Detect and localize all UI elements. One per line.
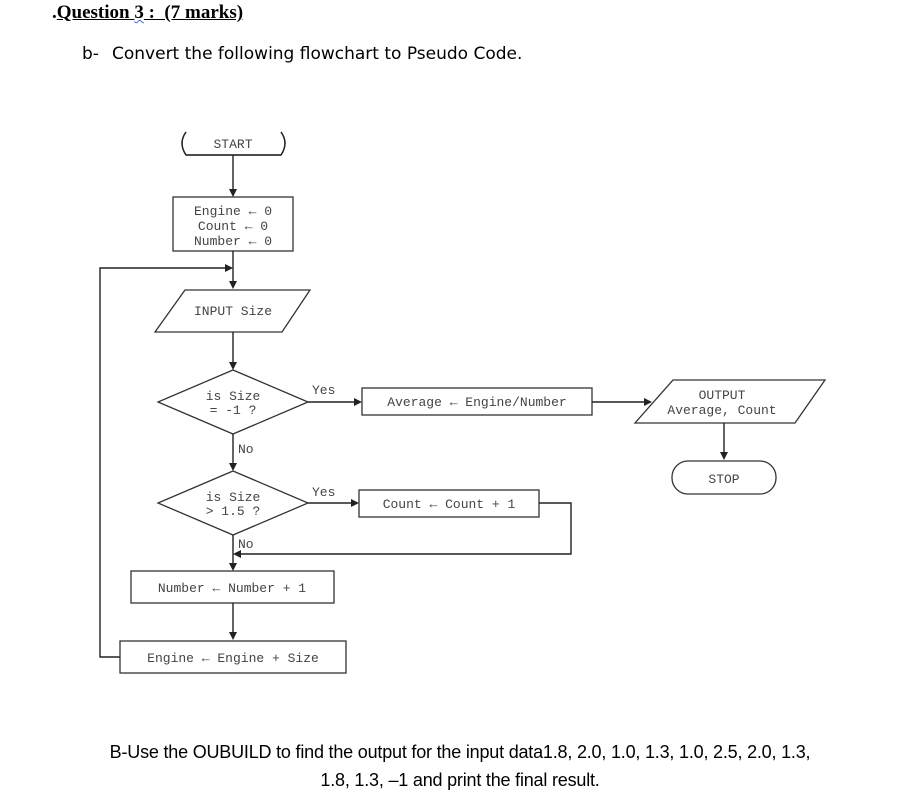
no-label: No [238,537,254,552]
svg-text:Count ← 0: Count ← 0 [198,219,268,234]
start-terminator: START [181,131,286,156]
svg-text:= -1 ?: = -1 ? [210,403,257,418]
svg-text:Number ← 0: Number ← 0 [194,234,272,249]
arrow-head [351,499,359,507]
arrow-head [229,563,237,571]
arrow-head [720,452,728,460]
flowchart: START Engine ← 0 Count ← 0 Number ← 0 IN… [99,131,827,674]
arrow-head [354,398,362,406]
arrow-head [229,463,237,471]
svg-text:Count ← Count + 1: Count ← Count + 1 [383,497,516,512]
svg-text:Engine ← Engine + Size: Engine ← Engine + Size [147,651,319,666]
part-b-trace-instruction: B-Use the OUBUILD to find the output for… [109,742,811,790]
count-increment-box: Count ← Count + 1 [358,489,540,518]
number-increment-box: Number ← Number + 1 [130,570,335,604]
start-label: START [213,137,252,152]
svg-text:Average ← Engine/Number: Average ← Engine/Number [387,395,566,410]
average-process-box: Average ← Engine/Number [361,387,593,416]
svg-text:> 1.5 ?: > 1.5 ? [206,504,261,519]
init-process-box: Engine ← 0 Count ← 0 Number ← 0 [172,196,294,252]
stop-terminator: STOP [671,460,777,495]
svg-text:OUTPUT: OUTPUT [699,388,746,403]
svg-text:Average, Count: Average, Count [667,403,776,418]
svg-text:INPUT Size: INPUT Size [194,304,272,319]
svg-text:Number ← Number + 1: Number ← Number + 1 [158,581,306,596]
svg-text:is Size: is Size [206,389,261,404]
decision-size-equals-minus-one: is Size = -1 ? [156,369,310,435]
input-size-parallelogram: INPUT Size [153,289,312,333]
yes-label: Yes [312,485,335,500]
output-parallelogram: OUTPUT Average, Count [633,379,827,424]
engine-add-box: Engine ← Engine + Size [119,640,347,674]
arrow-head [229,189,237,197]
arrow-head [229,362,237,370]
no-label: No [238,442,254,457]
svg-text:is Size: is Size [206,490,261,505]
svg-text:STOP: STOP [708,472,739,487]
arrow-head [229,632,237,640]
arrow-head [225,264,233,272]
arrow-head [229,281,237,289]
yes-label: Yes [312,383,335,398]
decision-size-greater-than-1-5: is Size > 1.5 ? [156,470,310,536]
svg-text:Engine ← 0: Engine ← 0 [194,204,272,219]
